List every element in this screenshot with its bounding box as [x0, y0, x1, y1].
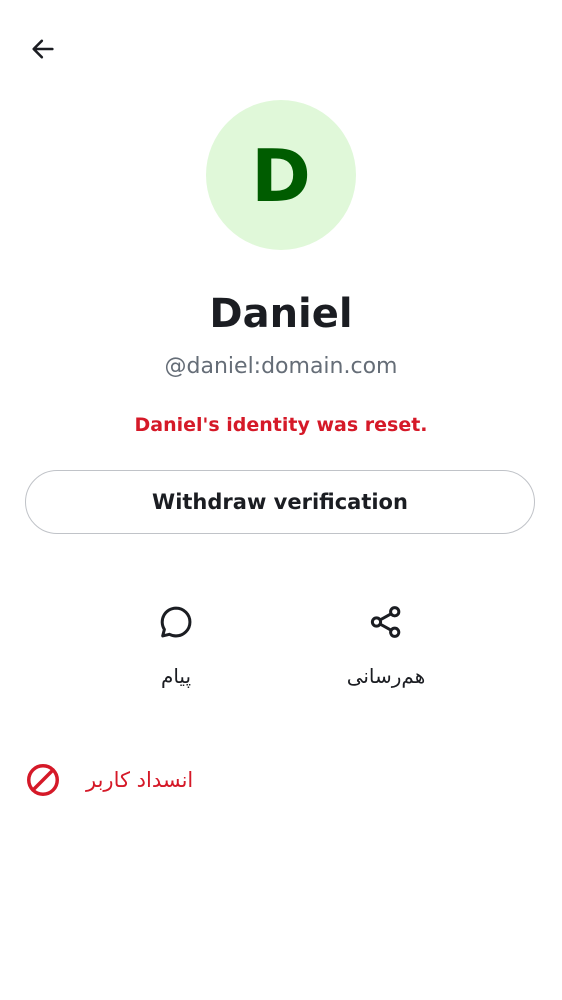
share-action-label: هم‌رسانی: [346, 664, 426, 688]
avatar: D: [206, 100, 356, 250]
block-user-label: انسداد کاربر: [86, 768, 194, 792]
withdraw-verification-label: Withdraw verification: [152, 490, 408, 514]
identity-reset-warning: Daniel's identity was reset.: [134, 414, 428, 436]
withdraw-verification-button[interactable]: Withdraw verification: [25, 470, 535, 534]
message-action-label: پیام: [160, 664, 192, 688]
share-action-button[interactable]: هم‌رسانی: [321, 596, 451, 706]
arrow-left-icon: [29, 35, 57, 68]
chat-bubble-icon: [150, 596, 202, 648]
block-user-button[interactable]: انسداد کاربر: [18, 752, 544, 808]
user-id: @daniel:domain.com: [164, 354, 398, 379]
message-action-button[interactable]: پیام: [111, 596, 241, 706]
display-name: Daniel: [209, 291, 353, 337]
avatar-initial: D: [251, 134, 311, 218]
block-icon: [18, 755, 68, 805]
share-icon: [360, 596, 412, 648]
back-button[interactable]: [20, 28, 66, 74]
